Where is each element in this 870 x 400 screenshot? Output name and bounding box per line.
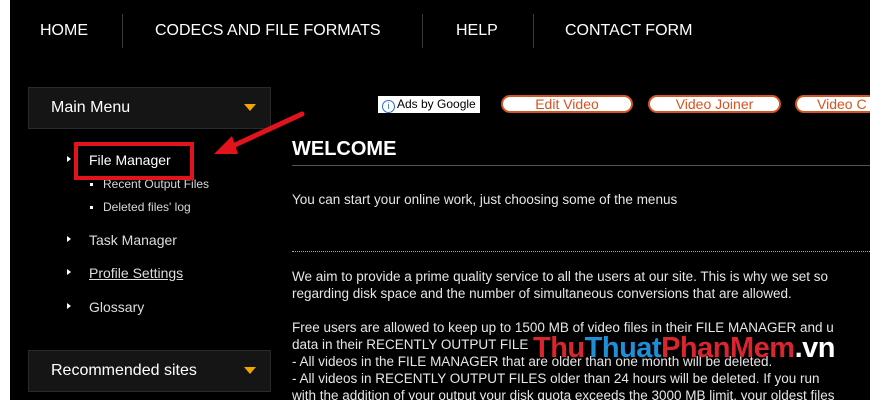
ad-link-video-c[interactable]: Video C [795,95,870,113]
watermark-part: Thuat [584,332,662,364]
recommended-sites-header[interactable]: Recommended sites [28,350,271,392]
arrow-right-icon [67,236,71,242]
ad-link-edit-video[interactable]: Edit Video [501,95,633,113]
watermark-logo: ThuThuatPhanMem.vn [533,332,835,365]
info-icon: i [382,100,395,113]
intro-text: You can start your online work, just cho… [292,192,678,207]
paragraph-line: - All videos in RECENTLY OUTPUT FILES ol… [292,371,820,386]
ads-label-text: Ads by Google [397,97,476,111]
chevron-down-icon[interactable] [244,367,256,374]
sidebar-item-label: Profile Settings [89,265,184,281]
sidebar-item-glossary[interactable]: Glossary [67,299,145,315]
sidebar-item-task-manager[interactable]: Task Manager [67,232,177,248]
nav-divider [533,14,534,48]
ad-link-video-joiner[interactable]: Video Joiner [648,95,781,113]
dotted-divider [292,251,870,252]
nav-codecs[interactable]: CODECS AND FILE FORMATS [155,22,381,40]
arrow-right-icon [67,156,71,162]
sidebar-subitem-deleted-log[interactable]: Deleted files' log [90,200,191,214]
sidebar-item-label: Task Manager [89,232,177,248]
watermark-part: PhanMem [661,332,795,364]
highlight-box [74,142,194,180]
nav-contact[interactable]: CONTACT FORM [565,22,692,40]
ads-by-google[interactable]: i Ads by Google [378,96,480,113]
page-title: WELCOME [292,138,397,160]
paragraph-line: data in their RECENTLY OUTPUT FILE [292,337,529,352]
watermark-part: Thu [533,332,585,364]
top-navigation: HOME CODECS AND FILE FORMATS HELP CONTAC… [10,0,870,64]
app-frame: HOME CODECS AND FILE FORMATS HELP CONTAC… [10,0,870,400]
paragraph-line: regarding disk space and the number of s… [292,286,792,301]
nav-divider [422,14,423,48]
sidebar-item-label: Glossary [89,299,145,315]
arrow-right-icon [67,269,71,275]
nav-divider [122,14,123,48]
main-menu-title: Main Menu [51,99,131,116]
paragraph-line: We aim to provide a prime quality servic… [292,269,828,284]
sidebar-item-profile-settings[interactable]: Profile Settings [67,265,184,281]
watermark-part: .vn [794,332,836,364]
arrow-right-icon [67,303,71,309]
bullet-icon [90,206,93,209]
bullet-icon [90,183,93,186]
sidebar-subitem-label: Deleted files' log [103,200,191,214]
title-divider [292,165,870,166]
recommended-sites-title: Recommended sites [51,362,197,379]
nav-help[interactable]: HELP [456,22,498,40]
nav-home[interactable]: HOME [40,22,88,40]
paragraph-line: with the addition of your output your di… [292,388,835,400]
